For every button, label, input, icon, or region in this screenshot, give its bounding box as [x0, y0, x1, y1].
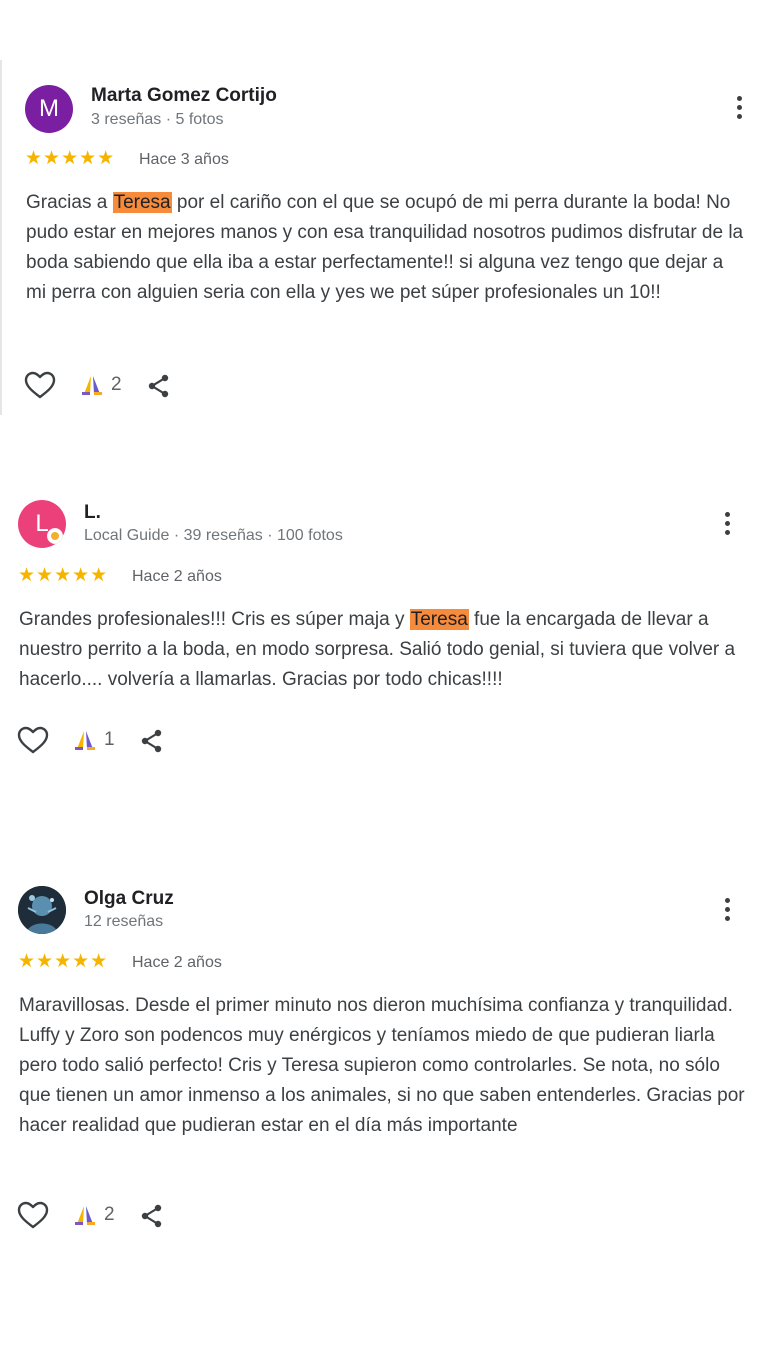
review-date: Hace 2 años [132, 568, 222, 585]
review-date: Hace 3 años [139, 151, 229, 168]
thanks-icon[interactable] [72, 1203, 98, 1229]
star-rating: ★★★★★ [18, 951, 109, 972]
thanks-icon[interactable] [72, 728, 98, 754]
review-text: Maravillosas. Desde el primer minuto nos… [19, 995, 745, 1136]
highlighted-term: Teresa [409, 609, 469, 630]
star-rating: ★★★★★ [18, 565, 109, 586]
review-card: Olga Cruz 12 reseñas ★★★★★ Hace 2 años M… [0, 866, 768, 1246]
avatar[interactable]: M [25, 85, 73, 133]
star-rating: ★★★★★ [25, 148, 116, 169]
review-actions: 2 [17, 1201, 177, 1231]
author-name[interactable]: Marta Gomez Cortijo [91, 85, 277, 107]
review-card: L L. Local Guide · 39 reseñas · 100 foto… [0, 480, 768, 780]
local-guide-badge-icon [47, 528, 63, 544]
review-card: M Marta Gomez Cortijo 3 reseñas · 5 foto… [0, 60, 768, 420]
share-icon[interactable] [146, 373, 172, 399]
review-actions: 1 [17, 726, 177, 756]
highlighted-term: Teresa [112, 192, 172, 213]
share-icon[interactable] [139, 728, 165, 754]
more-vert-icon[interactable] [730, 94, 750, 122]
heart-outline-icon[interactable] [17, 726, 49, 756]
thanks-icon[interactable] [79, 373, 105, 399]
heart-outline-icon[interactable] [17, 1201, 49, 1231]
review-text-before: Gracias a [26, 192, 113, 213]
avatar-photo [18, 886, 66, 934]
review-actions: 2 [24, 371, 184, 401]
reaction-count: 2 [111, 374, 122, 395]
review-text: Grandes profesionales!!! Cris es súper m… [19, 605, 747, 695]
author-meta[interactable]: 12 reseñas [84, 913, 163, 931]
review-text: Gracias a Teresa por el cariño con el qu… [26, 188, 748, 308]
heart-outline-icon[interactable] [24, 371, 56, 401]
reaction-count: 2 [104, 1204, 115, 1225]
more-vert-icon[interactable] [718, 896, 738, 924]
author-name[interactable]: L. [84, 502, 101, 524]
left-divider [0, 60, 2, 415]
reaction-count: 1 [104, 729, 115, 750]
review-date: Hace 2 años [132, 954, 222, 971]
author-meta[interactable]: Local Guide · 39 reseñas · 100 fotos [84, 527, 343, 545]
author-meta[interactable]: 3 reseñas · 5 fotos [91, 111, 224, 129]
avatar[interactable] [18, 886, 66, 934]
review-text-before: Grandes profesionales!!! Cris es súper m… [19, 609, 410, 630]
author-name[interactable]: Olga Cruz [84, 888, 174, 910]
share-icon[interactable] [139, 1203, 165, 1229]
more-vert-icon[interactable] [718, 510, 738, 538]
